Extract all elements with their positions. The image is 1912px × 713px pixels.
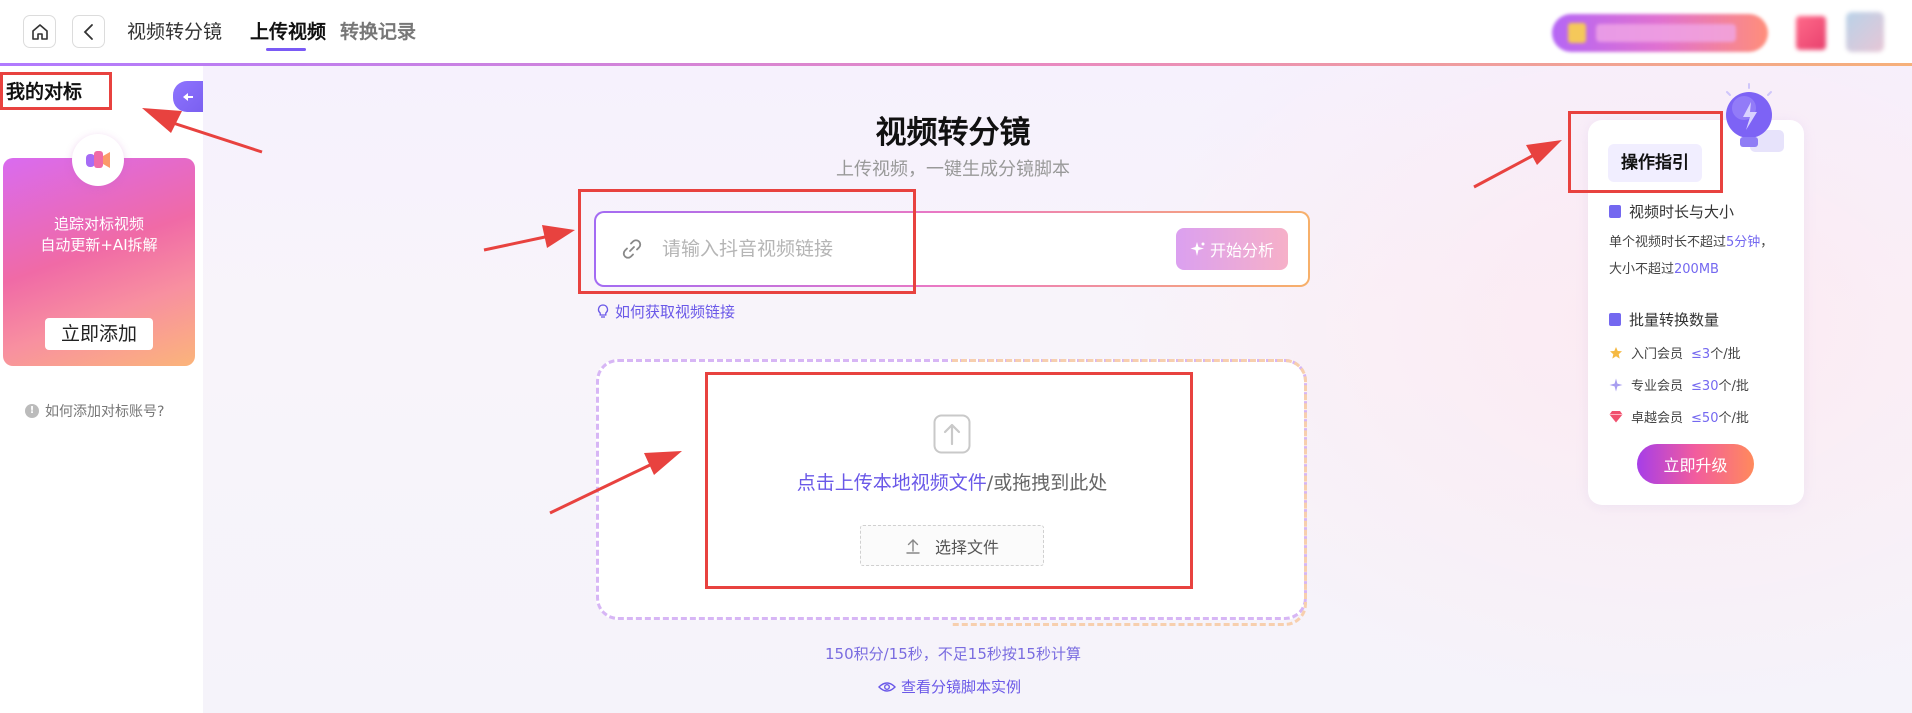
- add-now-button[interactable]: 立即添加: [45, 318, 153, 350]
- guide-section-batch-title: 批量转换数量: [1629, 311, 1720, 329]
- tab-upload-video[interactable]: 上传视频: [250, 20, 326, 44]
- track-card-line2: 自动更新+AI拆解: [40, 236, 158, 254]
- lightbulb-icon: [597, 304, 609, 318]
- eye-icon: [878, 681, 896, 692]
- page-title: 视频转分镜: [875, 115, 1031, 151]
- how-to-get-link[interactable]: 如何获取视频链接: [597, 301, 735, 322]
- top-bar: 视频转分镜 上传视频 转换记录: [0, 0, 1912, 64]
- page-subtitle: 上传视频，一键生成分镜脚本: [836, 159, 1070, 180]
- track-card-line1: 追踪对标视频: [53, 215, 144, 233]
- guide-section-duration-title: 视频时长与大小: [1629, 203, 1735, 221]
- diamond-icon: [1609, 411, 1623, 423]
- promo-banner[interactable]: [1552, 14, 1768, 52]
- star-icon: [1610, 346, 1622, 359]
- info-icon: !: [25, 404, 39, 418]
- home-button[interactable]: [23, 15, 56, 48]
- avatar[interactable]: [1846, 12, 1884, 52]
- home-icon: [31, 23, 48, 40]
- guide-section-batch: 批量转换数量: [1609, 309, 1719, 330]
- guide-section-duration: 视频时长与大小: [1609, 201, 1734, 222]
- tier-name: 入门会员: [1631, 347, 1684, 362]
- highlight-box-upload: [705, 372, 1193, 589]
- back-button[interactable]: [72, 15, 105, 48]
- duration-prefix: 单个视频时长不超过: [1609, 235, 1727, 250]
- list-icon: [1609, 313, 1621, 326]
- sparkle-star-icon: [1609, 378, 1623, 391]
- tier-limit-prefix: ≤: [1691, 379, 1702, 394]
- chevron-left-icon: [83, 23, 93, 40]
- size-prefix: 大小不超过: [1609, 262, 1675, 277]
- track-card-text: 追踪对标视频 自动更新+AI拆解: [3, 214, 195, 256]
- tab-conversion-history[interactable]: 转换记录: [340, 20, 416, 44]
- app-logo-icon: [86, 151, 110, 168]
- lightbulb-illustration-icon: [1726, 83, 1784, 152]
- benchmark-logo: [72, 134, 124, 186]
- cost-note: 150积分/15秒，不足15秒按15秒计算: [825, 645, 1081, 663]
- start-analysis-label: 开始分析: [1209, 241, 1274, 260]
- notification-avatar[interactable]: [1796, 16, 1826, 50]
- arrow-left-icon: [183, 92, 193, 101]
- how-to-add-benchmark-text: 如何添加对标账号?: [45, 404, 165, 420]
- active-tab-indicator: [266, 48, 306, 51]
- breadcrumb-title: 视频转分镜: [127, 21, 223, 43]
- tier-limit-prefix: ≤: [1691, 347, 1702, 362]
- tier-name: 卓越会员: [1631, 411, 1684, 426]
- duration-value: 5分钟: [1726, 235, 1761, 250]
- view-sample-script-link[interactable]: 查看分镜脚本实例: [878, 676, 1021, 697]
- tier-name: 专业会员: [1631, 379, 1684, 394]
- tier-pro-member: 专业会员 ≤30个/批: [1609, 375, 1749, 394]
- tier-elite-member: 卓越会员 ≤50个/批: [1609, 407, 1749, 426]
- size-value: 200MB: [1674, 262, 1719, 277]
- collapse-sidebar-button[interactable]: [173, 81, 203, 112]
- upgrade-now-button[interactable]: 立即升级: [1637, 444, 1754, 484]
- tier-limit-value: 3: [1701, 347, 1711, 362]
- tier-limit-prefix: ≤: [1691, 411, 1702, 426]
- how-to-get-link-text: 如何获取视频链接: [615, 303, 736, 321]
- tier-entry-member: 入门会员 ≤3个/批: [1609, 343, 1741, 362]
- duration-suffix: ，: [1760, 235, 1774, 250]
- tier-limit-value: 50: [1701, 411, 1719, 426]
- tier-limit-value: 30: [1701, 379, 1719, 394]
- document-icon: [1609, 205, 1621, 218]
- guide-size-line: 大小不超过200MB: [1609, 260, 1719, 280]
- view-sample-script-text: 查看分镜脚本实例: [901, 678, 1022, 696]
- tier-limit-suffix: 个/批: [1710, 347, 1741, 362]
- highlight-box-guide: [1568, 111, 1723, 193]
- start-analysis-button[interactable]: 开始分析: [1176, 228, 1288, 270]
- highlight-box-sidebar-title: [0, 72, 112, 110]
- sparkle-icon: [1190, 242, 1205, 256]
- tier-limit-suffix: 个/批: [1718, 411, 1749, 426]
- guide-duration-line: 单个视频时长不超过5分钟，: [1609, 233, 1773, 253]
- tier-limit-suffix: 个/批: [1718, 379, 1749, 394]
- how-to-add-benchmark-link[interactable]: ! 如何添加对标账号?: [25, 401, 164, 421]
- highlight-box-link-input: [578, 189, 916, 294]
